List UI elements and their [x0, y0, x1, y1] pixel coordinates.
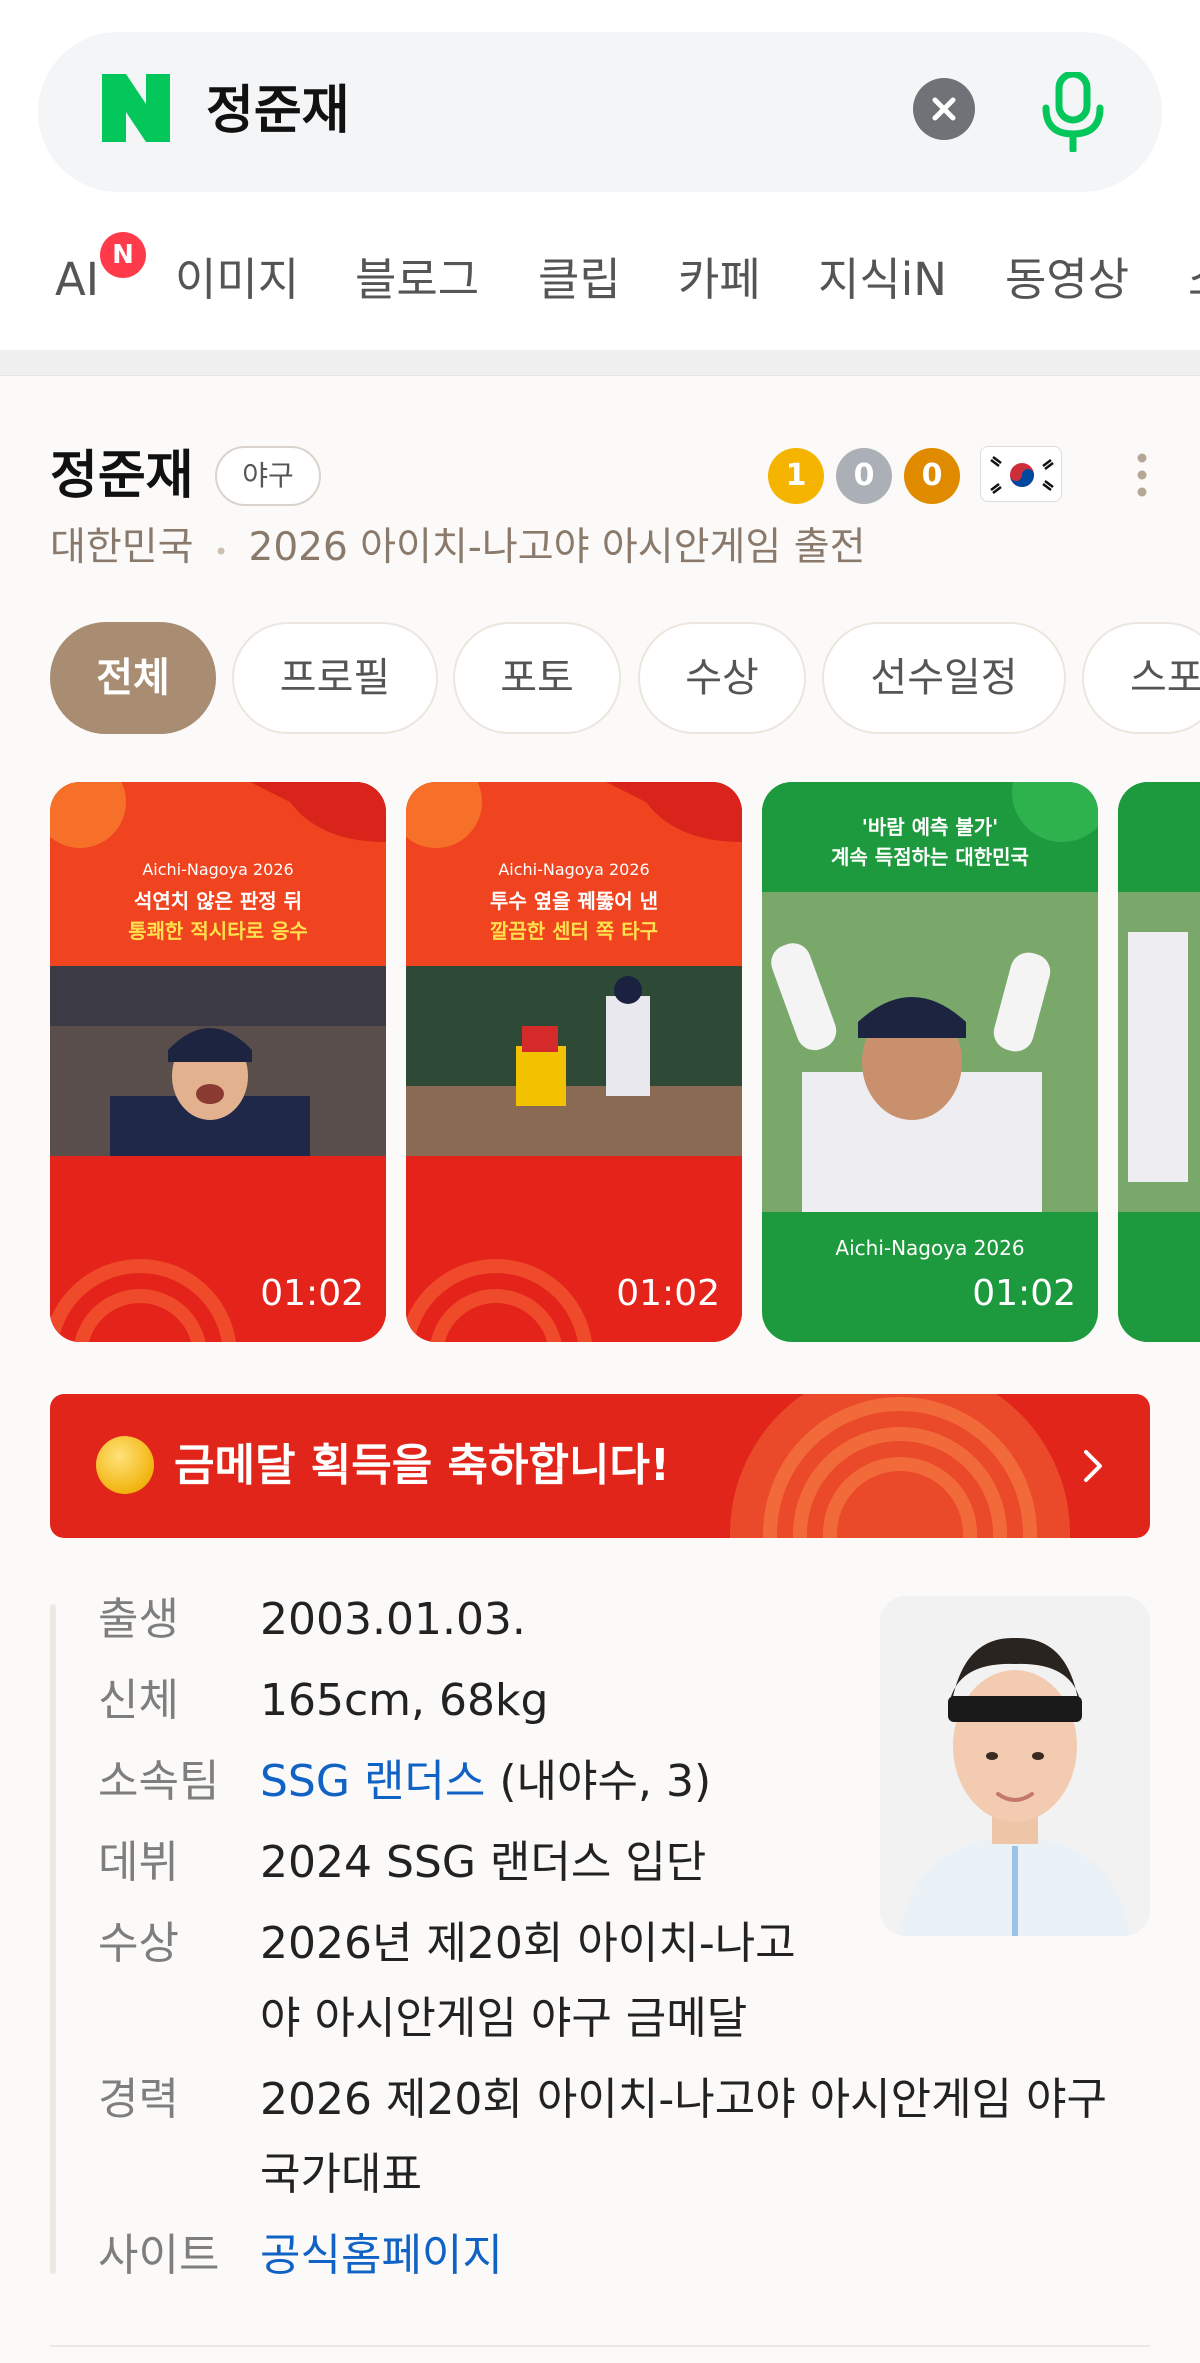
- career-value-line2: 국가대표: [260, 2149, 422, 2200]
- pill-all[interactable]: 전체: [50, 622, 216, 734]
- gold-medal-count: 1: [768, 448, 824, 504]
- video-headline: 석연치 않은 판정 뒤 통쾌한 적시타로 응수: [128, 889, 308, 943]
- sport-chip[interactable]: 야구: [215, 446, 321, 506]
- event-participation: 2026 아이치-나고야 아시안게임 출전: [248, 525, 866, 570]
- separator-dot: •: [213, 538, 229, 566]
- silver-medal-count: 0: [836, 448, 892, 504]
- korea-flag-icon: [980, 446, 1062, 502]
- video-event-label: Aichi-Nagoya 2026: [498, 860, 650, 879]
- debut-label: 데뷔: [98, 1837, 179, 1888]
- athlete-name: 정준재: [50, 446, 194, 506]
- video-footer-graphic: [406, 1156, 742, 1342]
- career-label: 경력: [98, 2074, 179, 2125]
- tab-knowledge-in[interactable]: 지식iN: [818, 240, 947, 320]
- banner-text: 금메달 획득을 축하합니다!: [174, 1440, 670, 1491]
- athlete-subtitle: 대한민국 • 2026 아이치-나고야 아시안게임 출전: [50, 522, 865, 578]
- video-thumbnail-photo: [1118, 782, 1200, 1342]
- site-label: 사이트: [98, 2230, 220, 2281]
- team-value: SSG 랜더스 (내야수, 3): [260, 1742, 711, 1822]
- video-card-3[interactable]: '바람 예측 불가' 계속 득점하는 대한민국 Aichi-Nagoya 202…: [762, 782, 1098, 1342]
- tab-image[interactable]: 이미지: [175, 240, 299, 320]
- award-label: 수상: [98, 1918, 179, 1969]
- pill-photo[interactable]: 포토: [453, 622, 621, 734]
- tab-video[interactable]: 동영상: [1005, 240, 1129, 320]
- pill-sports[interactable]: 스포: [1082, 622, 1200, 734]
- video-headline: '바람 예측 불가' 계속 득점하는 대한민국: [831, 815, 1029, 869]
- microphone-icon[interactable]: [1028, 72, 1118, 152]
- gold-coin-icon: [96, 1436, 154, 1494]
- section-divider: [0, 350, 1200, 376]
- pill-profile[interactable]: 프로필: [232, 622, 438, 734]
- naver-logo-icon[interactable]: [100, 72, 172, 144]
- video-duration: 01:02: [616, 1273, 720, 1314]
- tab-ai[interactable]: AI: [55, 240, 99, 320]
- tab-clip[interactable]: 클립: [538, 240, 621, 320]
- bronze-medal-count: 0: [904, 448, 960, 504]
- tab-shopping[interactable]: 쇼: [1188, 240, 1200, 320]
- video-event-label: Aichi-Nagoya 2026: [142, 860, 294, 879]
- video-thumbnail-photo: [50, 966, 386, 1156]
- body-label: 신체: [98, 1675, 179, 1726]
- banner-graphic: [730, 1394, 1070, 1538]
- pill-schedule[interactable]: 선수일정: [822, 622, 1066, 734]
- award-value-line1: 2026년 제20회 아이치-나고: [260, 1918, 796, 1969]
- tab-cafe[interactable]: 카페: [678, 240, 761, 320]
- search-tabs: AI 이미지 블로그 클립 카페 지식iN 동영상 쇼: [0, 240, 1200, 320]
- new-badge: N: [100, 232, 146, 278]
- search-query[interactable]: 정준재: [206, 76, 350, 146]
- section-bottom-divider: [50, 2345, 1150, 2347]
- nationality: 대한민국: [50, 525, 194, 570]
- body-value: 165cm, 68kg: [260, 1675, 549, 1726]
- info-rail: [50, 1604, 56, 2274]
- pill-award[interactable]: 수상: [638, 622, 806, 734]
- search-bar[interactable]: 정준재: [38, 32, 1162, 192]
- tab-blog[interactable]: 블로그: [355, 240, 479, 320]
- video-duration: 01:02: [972, 1273, 1076, 1314]
- video-duration: 01:02: [260, 1273, 364, 1314]
- clear-search-button[interactable]: [913, 78, 975, 140]
- born-label: 출생: [98, 1594, 179, 1645]
- video-thumbnail-photo: [406, 966, 742, 1156]
- video-headline: 투수 옆을 꿰뚫어 낸 깔끔한 센터 쪽 타구: [489, 889, 659, 943]
- video-card-4[interactable]: [1118, 782, 1200, 1342]
- video-card-1[interactable]: Aichi-Nagoya 2026 석연치 않은 판정 뒤 통쾌한 적시타로 응…: [50, 782, 386, 1342]
- more-options-icon[interactable]: [1136, 452, 1148, 498]
- born-value: 2003.01.03.: [260, 1594, 526, 1645]
- chevron-right-icon: [1084, 1450, 1102, 1482]
- debut-value: 2024 SSG 랜더스 입단: [260, 1837, 707, 1888]
- portrait-image: [880, 1596, 1150, 1936]
- career-value-line1: 2026 제20회 아이치-나고야 아시안게임 야구: [260, 2074, 1107, 2125]
- video-thumbnail-photo: [762, 892, 1098, 1212]
- award-value-line2: 야 아시안게임 야구 금메달: [260, 1993, 748, 2044]
- video-card-2[interactable]: Aichi-Nagoya 2026 투수 옆을 꿰뚫어 낸 깔끔한 센터 쪽 타…: [406, 782, 742, 1342]
- team-detail: (내야수, 3): [499, 1756, 712, 1807]
- video-event-label: Aichi-Nagoya 2026: [835, 1236, 1025, 1260]
- official-site-link[interactable]: 공식홈페이지: [260, 2216, 503, 2296]
- team-link[interactable]: SSG 랜더스: [260, 1756, 485, 1807]
- gold-medal-banner[interactable]: 금메달 획득을 축하합니다!: [50, 1394, 1150, 1538]
- athlete-portrait[interactable]: [880, 1596, 1150, 1936]
- team-label: 소속팀: [98, 1756, 220, 1807]
- close-icon: [932, 97, 956, 121]
- video-footer-graphic: [50, 1156, 386, 1342]
